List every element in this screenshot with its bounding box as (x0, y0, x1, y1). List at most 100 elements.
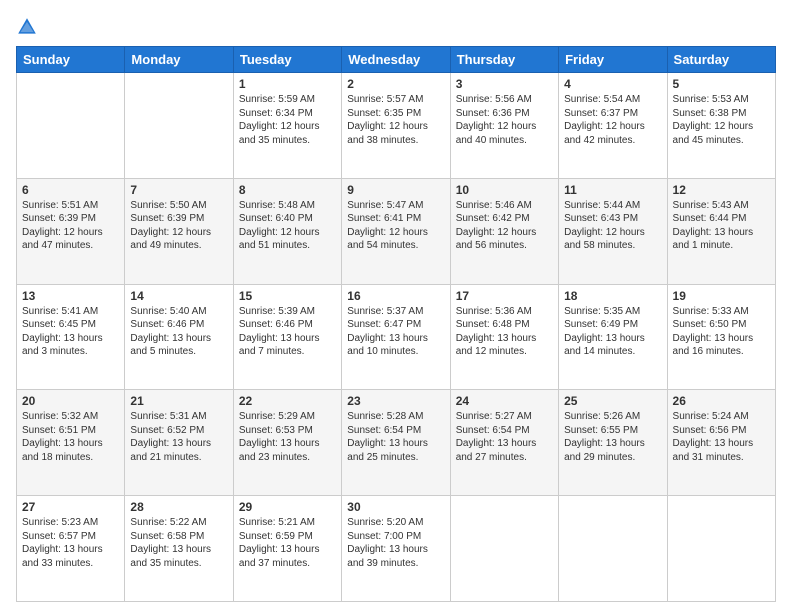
day-info: Sunrise: 5:21 AM Sunset: 6:59 PM Dayligh… (239, 516, 336, 570)
day-info: Sunrise: 5:39 AM Sunset: 6:46 PM Dayligh… (239, 305, 336, 359)
day-number: 20 (22, 394, 119, 408)
day-number: 15 (239, 289, 336, 303)
calendar-day-header: Monday (125, 47, 233, 73)
day-info: Sunrise: 5:59 AM Sunset: 6:34 PM Dayligh… (239, 93, 336, 147)
day-info: Sunrise: 5:51 AM Sunset: 6:39 PM Dayligh… (22, 199, 119, 253)
calendar-week-row: 20Sunrise: 5:32 AM Sunset: 6:51 PM Dayli… (17, 390, 776, 496)
day-number: 13 (22, 289, 119, 303)
day-number: 9 (347, 183, 444, 197)
calendar-cell: 13 Sunrise: 5:41 AM Sunset: 6:45 PM Dayli… (17, 284, 125, 390)
day-number: 17 (456, 289, 553, 303)
day-info: Sunrise: 5:23 AM Sunset: 6:57 PM Dayligh… (22, 516, 119, 570)
calendar-cell: 19Sunrise: 5:33 AM Sunset: 6:50 PM Dayli… (667, 284, 775, 390)
calendar-header-row: SundayMondayTuesdayWednesdayThursdayFrid… (17, 47, 776, 73)
calendar-cell: 28 Sunrise: 5:22 AM Sunset: 6:58 PM Dayli… (125, 496, 233, 602)
calendar-cell: 25 Sunrise: 5:26 AM Sunset: 6:55 PM Dayli… (559, 390, 667, 496)
calendar-cell (450, 496, 558, 602)
calendar-cell: 26 Sunrise: 5:24 AM Sunset: 6:56 PM Dayli… (667, 390, 775, 496)
day-number: 26 (673, 394, 770, 408)
day-info: Sunrise: 5:50 AM Sunset: 6:39 PM Dayligh… (130, 199, 227, 253)
calendar-cell: 21 Sunrise: 5:31 AM Sunset: 6:52 PM Dayli… (125, 390, 233, 496)
calendar-table: SundayMondayTuesdayWednesdayThursdayFrid… (16, 46, 776, 602)
day-info: Sunrise: 5:27 AM Sunset: 6:54 PM Dayligh… (456, 410, 553, 464)
calendar-cell: 1 Sunrise: 5:59 AM Sunset: 6:34 PM Daylig… (233, 73, 341, 179)
day-info: Sunrise: 5:28 AM Sunset: 6:54 PM Dayligh… (347, 410, 444, 464)
day-number: 30 (347, 500, 444, 514)
calendar-cell: 29 Sunrise: 5:21 AM Sunset: 6:59 PM Dayli… (233, 496, 341, 602)
day-number: 1 (239, 77, 336, 91)
calendar-cell: 23 Sunrise: 5:28 AM Sunset: 6:54 PM Dayli… (342, 390, 450, 496)
day-number: 24 (456, 394, 553, 408)
calendar-week-row: 27Sunrise: 5:23 AM Sunset: 6:57 PM Dayli… (17, 496, 776, 602)
calendar-cell: 2 Sunrise: 5:57 AM Sunset: 6:35 PM Daylig… (342, 73, 450, 179)
day-info: Sunrise: 5:20 AM Sunset: 7:00 PM Dayligh… (347, 516, 444, 570)
day-info: Sunrise: 5:29 AM Sunset: 6:53 PM Dayligh… (239, 410, 336, 464)
day-number: 25 (564, 394, 661, 408)
day-number: 16 (347, 289, 444, 303)
day-info: Sunrise: 5:24 AM Sunset: 6:56 PM Dayligh… (673, 410, 770, 464)
day-number: 21 (130, 394, 227, 408)
calendar-cell: 4 Sunrise: 5:54 AM Sunset: 6:37 PM Daylig… (559, 73, 667, 179)
day-number: 2 (347, 77, 444, 91)
day-info: Sunrise: 5:26 AM Sunset: 6:55 PM Dayligh… (564, 410, 661, 464)
calendar-cell: 18 Sunrise: 5:35 AM Sunset: 6:49 PM Dayli… (559, 284, 667, 390)
day-info: Sunrise: 5:36 AM Sunset: 6:48 PM Dayligh… (456, 305, 553, 359)
day-number: 18 (564, 289, 661, 303)
calendar-cell: 20Sunrise: 5:32 AM Sunset: 6:51 PM Dayli… (17, 390, 125, 496)
calendar-cell: 30 Sunrise: 5:20 AM Sunset: 7:00 PM Dayli… (342, 496, 450, 602)
calendar-day-header: Tuesday (233, 47, 341, 73)
day-number: 14 (130, 289, 227, 303)
calendar-cell: 22Sunrise: 5:29 AM Sunset: 6:53 PM Dayli… (233, 390, 341, 496)
calendar-cell: 8 Sunrise: 5:48 AM Sunset: 6:40 PM Daylig… (233, 178, 341, 284)
day-info: Sunrise: 5:31 AM Sunset: 6:52 PM Dayligh… (130, 410, 227, 464)
calendar-cell: 11 Sunrise: 5:44 AM Sunset: 6:43 PM Dayli… (559, 178, 667, 284)
day-number: 4 (564, 77, 661, 91)
header (16, 12, 776, 38)
day-info: Sunrise: 5:35 AM Sunset: 6:49 PM Dayligh… (564, 305, 661, 359)
day-number: 12 (673, 183, 770, 197)
day-number: 23 (347, 394, 444, 408)
day-info: Sunrise: 5:56 AM Sunset: 6:36 PM Dayligh… (456, 93, 553, 147)
day-number: 3 (456, 77, 553, 91)
calendar-day-header: Saturday (667, 47, 775, 73)
calendar-cell: 12 Sunrise: 5:43 AM Sunset: 6:44 PM Dayli… (667, 178, 775, 284)
day-info: Sunrise: 5:43 AM Sunset: 6:44 PM Dayligh… (673, 199, 770, 253)
day-info: Sunrise: 5:53 AM Sunset: 6:38 PM Dayligh… (673, 93, 770, 147)
day-info: Sunrise: 5:40 AM Sunset: 6:46 PM Dayligh… (130, 305, 227, 359)
calendar-day-header: Wednesday (342, 47, 450, 73)
logo (16, 12, 42, 38)
day-info: Sunrise: 5:44 AM Sunset: 6:43 PM Dayligh… (564, 199, 661, 253)
calendar-cell: 5 Sunrise: 5:53 AM Sunset: 6:38 PM Daylig… (667, 73, 775, 179)
calendar-day-header: Sunday (17, 47, 125, 73)
calendar-cell (17, 73, 125, 179)
logo-icon (16, 16, 38, 38)
day-info: Sunrise: 5:48 AM Sunset: 6:40 PM Dayligh… (239, 199, 336, 253)
calendar-cell: 16 Sunrise: 5:37 AM Sunset: 6:47 PM Dayli… (342, 284, 450, 390)
page: SundayMondayTuesdayWednesdayThursdayFrid… (0, 0, 792, 612)
calendar-cell (125, 73, 233, 179)
day-info: Sunrise: 5:41 AM Sunset: 6:45 PM Dayligh… (22, 305, 119, 359)
calendar-week-row: 6Sunrise: 5:51 AM Sunset: 6:39 PM Daylig… (17, 178, 776, 284)
day-info: Sunrise: 5:22 AM Sunset: 6:58 PM Dayligh… (130, 516, 227, 570)
calendar-cell (667, 496, 775, 602)
calendar-cell (559, 496, 667, 602)
calendar-week-row: 1 Sunrise: 5:59 AM Sunset: 6:34 PM Daylig… (17, 73, 776, 179)
day-number: 10 (456, 183, 553, 197)
calendar-cell: 6Sunrise: 5:51 AM Sunset: 6:39 PM Daylig… (17, 178, 125, 284)
day-number: 11 (564, 183, 661, 197)
calendar-cell: 15 Sunrise: 5:39 AM Sunset: 6:46 PM Dayli… (233, 284, 341, 390)
calendar-cell: 24 Sunrise: 5:27 AM Sunset: 6:54 PM Dayli… (450, 390, 558, 496)
day-info: Sunrise: 5:54 AM Sunset: 6:37 PM Dayligh… (564, 93, 661, 147)
day-number: 8 (239, 183, 336, 197)
day-number: 5 (673, 77, 770, 91)
calendar-cell: 14 Sunrise: 5:40 AM Sunset: 6:46 PM Dayli… (125, 284, 233, 390)
day-info: Sunrise: 5:37 AM Sunset: 6:47 PM Dayligh… (347, 305, 444, 359)
day-number: 29 (239, 500, 336, 514)
calendar-cell: 3 Sunrise: 5:56 AM Sunset: 6:36 PM Daylig… (450, 73, 558, 179)
day-info: Sunrise: 5:47 AM Sunset: 6:41 PM Dayligh… (347, 199, 444, 253)
day-info: Sunrise: 5:33 AM Sunset: 6:50 PM Dayligh… (673, 305, 770, 359)
calendar-week-row: 13 Sunrise: 5:41 AM Sunset: 6:45 PM Dayli… (17, 284, 776, 390)
day-number: 28 (130, 500, 227, 514)
calendar-cell: 7Sunrise: 5:50 AM Sunset: 6:39 PM Daylig… (125, 178, 233, 284)
day-info: Sunrise: 5:57 AM Sunset: 6:35 PM Dayligh… (347, 93, 444, 147)
